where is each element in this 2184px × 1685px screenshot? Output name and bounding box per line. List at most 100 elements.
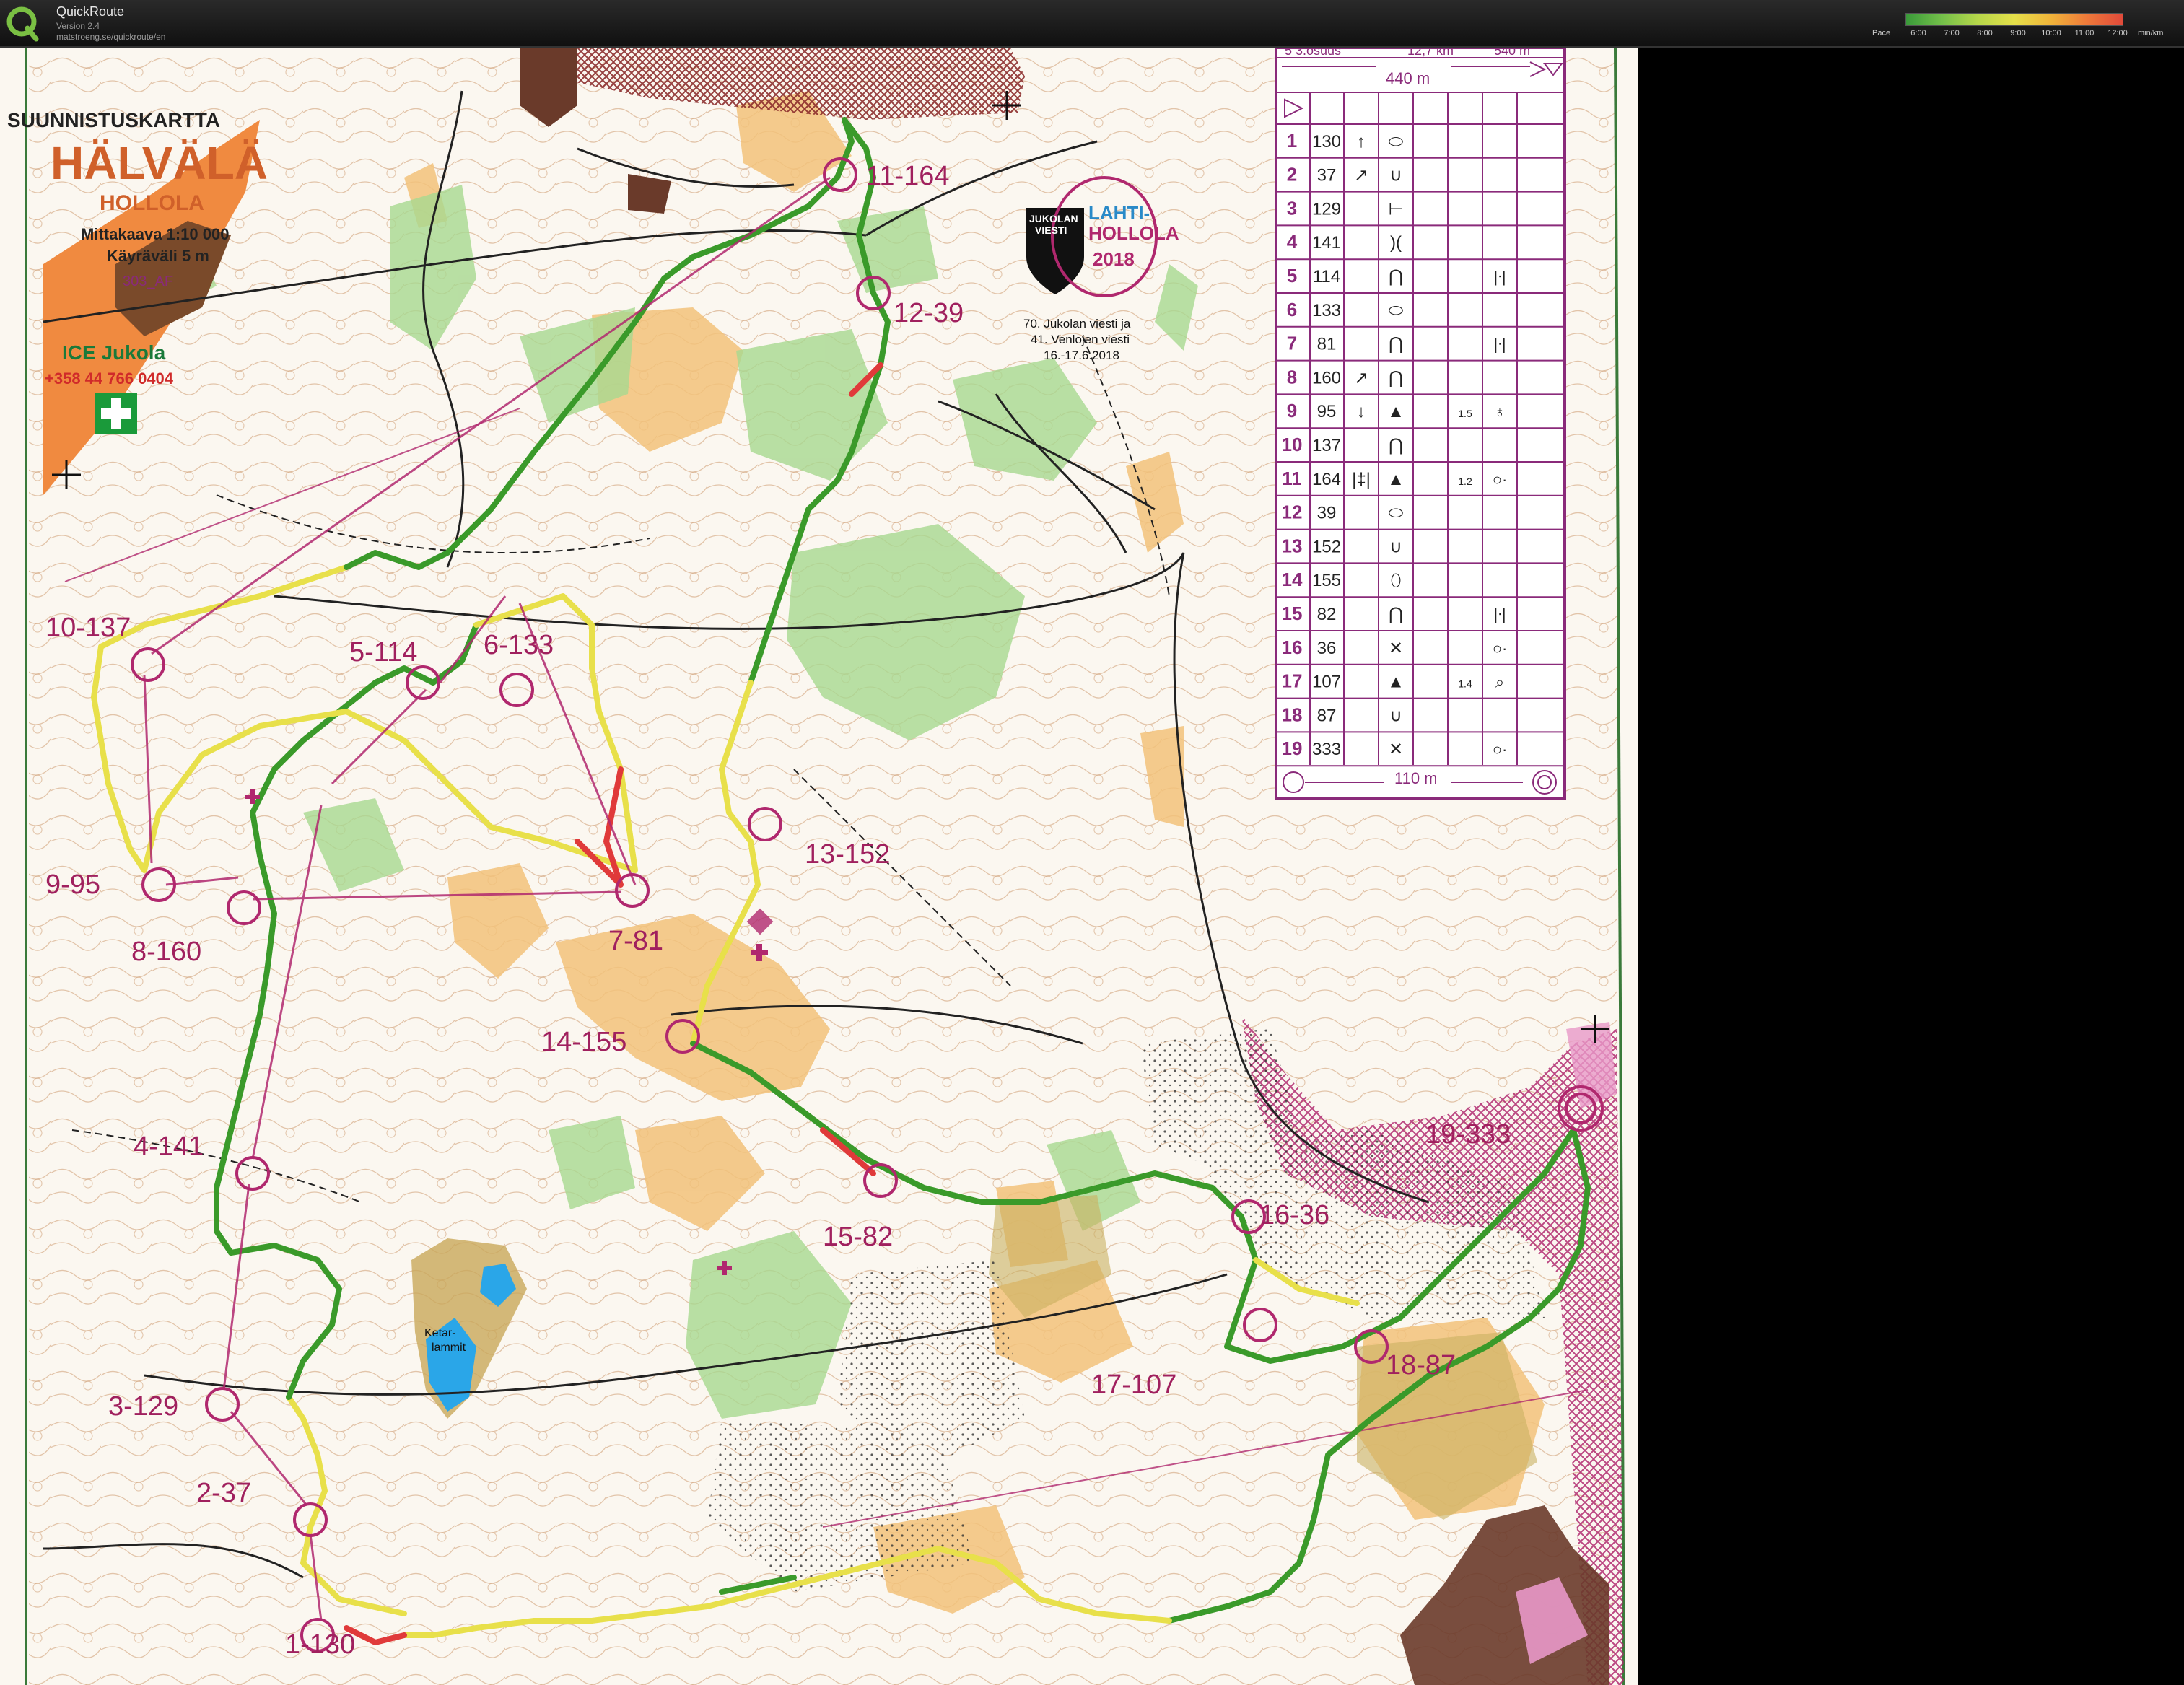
sheet-cell-f: ⋂ [1389, 605, 1403, 624]
sheet-cell-d: ↗ [1354, 166, 1368, 185]
sheet-cell-f: )( [1390, 233, 1402, 253]
sheet-cell-code: 81 [1317, 335, 1337, 354]
sheet-cell-num: 6 [1287, 299, 1297, 320]
sheet-cell-f: ⋂ [1389, 335, 1403, 354]
app-title: QuickRoute [56, 4, 125, 19]
control-label: 19-333 [1425, 1119, 1511, 1150]
quickroute-logo-icon [6, 6, 39, 42]
control-label: 1-130 [285, 1629, 355, 1660]
sheet-cell-f: ⬭ [1389, 132, 1404, 152]
sheet-cell-code: 130 [1312, 132, 1341, 152]
sheet-cell-code: 107 [1312, 673, 1341, 692]
lake-label-line1: Ketar- [424, 1327, 456, 1339]
sheet-cell-code: 129 [1312, 199, 1341, 219]
control-label: 14-155 [541, 1027, 626, 1057]
sheet-cell-h: 1.2 [1458, 476, 1472, 487]
sheet-cell-num: 12 [1282, 502, 1303, 523]
pace-tick: 11:00 [2074, 29, 2095, 38]
map-code: 303_AF [123, 273, 173, 289]
sheet-cell-d: ↓ [1357, 402, 1366, 421]
sheet-cell-num: 3 [1287, 197, 1297, 219]
sheet-cell-code: 133 [1312, 301, 1341, 320]
sheet-cell-code: 155 [1312, 571, 1341, 590]
sheet-cell-code: 141 [1312, 233, 1341, 253]
sheet-cell-f: ⊢ [1389, 199, 1404, 219]
map-scale: Mittakaava 1:10 000 [81, 225, 229, 243]
sheet-cell-d: ↑ [1357, 132, 1366, 152]
lake-label-line2: lammit [432, 1342, 466, 1354]
sheet-cell-f: ▲ [1387, 402, 1405, 421]
sheet-cell-num: 15 [1282, 603, 1303, 624]
sheet-cell-h: 1.4 [1458, 678, 1472, 690]
control-label: 17-107 [1091, 1370, 1176, 1400]
sheet-cell-code: 95 [1317, 402, 1337, 421]
control-label: 15-82 [823, 1222, 893, 1252]
logo-text: 2018 [1093, 248, 1135, 270]
control-label: 10-137 [45, 613, 131, 643]
sheet-cell-f: ∪ [1389, 166, 1402, 185]
pace-legend-label: Pace [1872, 29, 1891, 38]
sheet-cell-g: ○· [1493, 740, 1508, 758]
sheet-cell-num: 17 [1282, 670, 1303, 692]
sheet-cell-num: 8 [1287, 366, 1297, 388]
sheet-cell-num: 7 [1287, 333, 1297, 354]
control-label: 16-36 [1259, 1200, 1329, 1230]
control-label: 18-87 [1386, 1350, 1456, 1380]
map-canvas[interactable]: Ketar- lammit 1-130 2-37 3-129 4-141 5-1… [0, 48, 1638, 1685]
sheet-cell-num: 16 [1282, 636, 1303, 658]
sheet-header: 5 3.osuus [1285, 48, 1341, 58]
event-text: 70. Jukolan viesti ja [1023, 317, 1131, 331]
map-area: HOLLOLA [100, 191, 204, 215]
sheet-cell-code: 87 [1317, 706, 1337, 725]
sheet-cell-num: 18 [1282, 704, 1303, 725]
orienteering-map[interactable]: Ketar- lammit 1-130 2-37 3-129 4-141 5-1… [0, 48, 1638, 1685]
sheet-cell-g: |ᐧ| [1493, 605, 1506, 623]
sheet-cell-code: 82 [1317, 605, 1337, 624]
sheet-cell-code: 333 [1312, 740, 1341, 759]
logo-text: HOLLOLA [1088, 222, 1179, 244]
pace-tick: 9:00 [2010, 29, 2026, 38]
sheet-cell-num: 4 [1287, 231, 1298, 253]
sheet-cell-code: 37 [1317, 166, 1337, 185]
pace-tick: 6:00 [1910, 29, 1926, 38]
control-label: 6-133 [484, 630, 554, 660]
pace-tick: 8:00 [1977, 29, 1993, 38]
sheet-cell-g: |ᐧ| [1493, 268, 1506, 286]
sheet-cell-f: ⬭ [1389, 301, 1404, 320]
map-contour: Käyräväli 5 m [107, 247, 209, 265]
app-version: Version 2.4 [56, 21, 100, 31]
pace-color-scale [1905, 13, 2123, 26]
app-url[interactable]: matstroeng.se/quickroute/en [56, 32, 165, 42]
sheet-cell-num: 10 [1282, 434, 1303, 455]
event-text: 16.-17.6.2018 [1044, 349, 1119, 362]
first-aid-icon [95, 393, 137, 434]
sheet-cell-f: ▲ [1387, 470, 1405, 489]
pace-tick: 12:00 [2107, 29, 2128, 38]
sheet-cell-g: ○· [1493, 471, 1508, 489]
sheet-cell-f: ⋂ [1389, 267, 1403, 286]
sheet-cell-num: 1 [1287, 130, 1297, 152]
sheet-cell-g: ○· [1493, 639, 1508, 657]
sheet-cell-d: |‡| [1352, 470, 1371, 489]
sheet-cell-code: 160 [1312, 368, 1341, 388]
sheet-cell-g: ⌕ [1495, 673, 1504, 691]
sheet-cell-d: ↗ [1354, 368, 1368, 388]
ice-title: ICE Jukola [62, 341, 166, 364]
control-label: 13-152 [805, 839, 890, 870]
control-label: 4-141 [134, 1132, 204, 1162]
sheet-cell-f: ⬭ [1389, 504, 1404, 523]
sheet-cell-num: 19 [1282, 738, 1303, 759]
sheet-cell-f: ⋂ [1389, 368, 1403, 388]
control-label: 2-37 [196, 1478, 251, 1508]
sheet-cell-code: 152 [1312, 537, 1341, 556]
control-label: 11-164 [866, 161, 950, 191]
sheet-cell-h: 1.5 [1458, 408, 1472, 419]
sheet-header: 540 m [1494, 48, 1530, 58]
control-label: 9-95 [45, 870, 100, 900]
sheet-header: 12,7 km [1407, 48, 1454, 58]
sheet-cell-f: ✕ [1389, 740, 1403, 759]
sheet-cell-g: |ᐧ| [1493, 336, 1506, 354]
sheet-cell-g: ♁ [1494, 403, 1506, 421]
sheet-cell-num: 14 [1282, 569, 1303, 590]
control-label: 7-81 [608, 926, 663, 956]
